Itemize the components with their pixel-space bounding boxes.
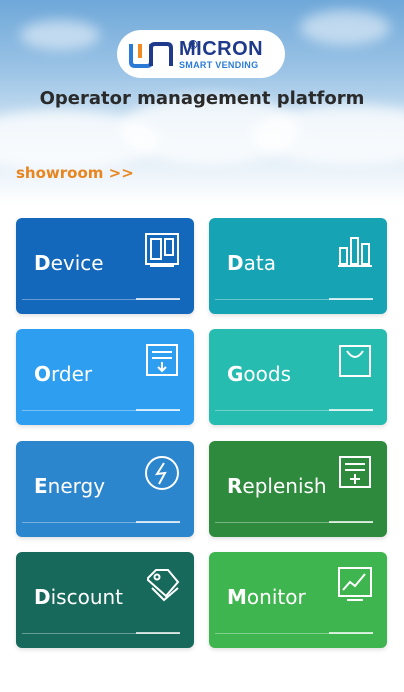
- energy-icon: [144, 455, 180, 491]
- tile-label-rest: eplenish: [242, 474, 327, 498]
- tile-label-initial: D: [34, 585, 51, 609]
- tile-label-initial: D: [34, 251, 51, 275]
- micron-logo-mark-icon: ®: [129, 38, 199, 68]
- tile-label-rest: iscount: [50, 585, 124, 609]
- tile-label-rest: onitor: [246, 585, 306, 609]
- tile-replenish[interactable]: Replenish: [209, 441, 387, 537]
- tile-label-rest: evice: [50, 251, 104, 275]
- page-title: Operator management platform: [39, 88, 365, 109]
- tile-device[interactable]: Device: [16, 218, 194, 314]
- order-document-icon: [144, 343, 180, 379]
- monitor-chart-icon: [337, 566, 373, 602]
- brand-logo: ® MICRON SMART VENDING: [117, 30, 285, 78]
- showroom-link[interactable]: showroom >>: [16, 164, 134, 182]
- tile-label-rest: nergy: [47, 474, 106, 498]
- registered-mark: ®: [187, 38, 199, 52]
- tile-label-rest: ata: [243, 251, 276, 275]
- tile-label-initial: R: [227, 474, 243, 498]
- tile-label-initial: E: [34, 474, 48, 498]
- bar-chart-icon: [337, 232, 373, 268]
- discount-tag-icon: [144, 566, 180, 602]
- tile-monitor[interactable]: Monitor: [209, 552, 387, 648]
- tile-label-initial: M: [227, 585, 247, 609]
- tile-order[interactable]: Order: [16, 329, 194, 425]
- tile-goods[interactable]: Goods: [209, 329, 387, 425]
- replenish-icon: [337, 455, 373, 491]
- tile-energy[interactable]: Energy: [16, 441, 194, 537]
- goods-bag-icon: [337, 343, 373, 379]
- device-icon: [144, 232, 180, 268]
- tile-discount[interactable]: Discount: [16, 552, 194, 648]
- brand-tagline: SMART VENDING: [179, 59, 259, 70]
- tile-label-initial: G: [227, 362, 244, 386]
- tile-label-rest: oods: [243, 362, 292, 386]
- tile-label-initial: O: [34, 362, 52, 386]
- tile-label-initial: D: [227, 251, 244, 275]
- tile-label-rest: rder: [51, 362, 93, 386]
- tile-data[interactable]: Data: [209, 218, 387, 314]
